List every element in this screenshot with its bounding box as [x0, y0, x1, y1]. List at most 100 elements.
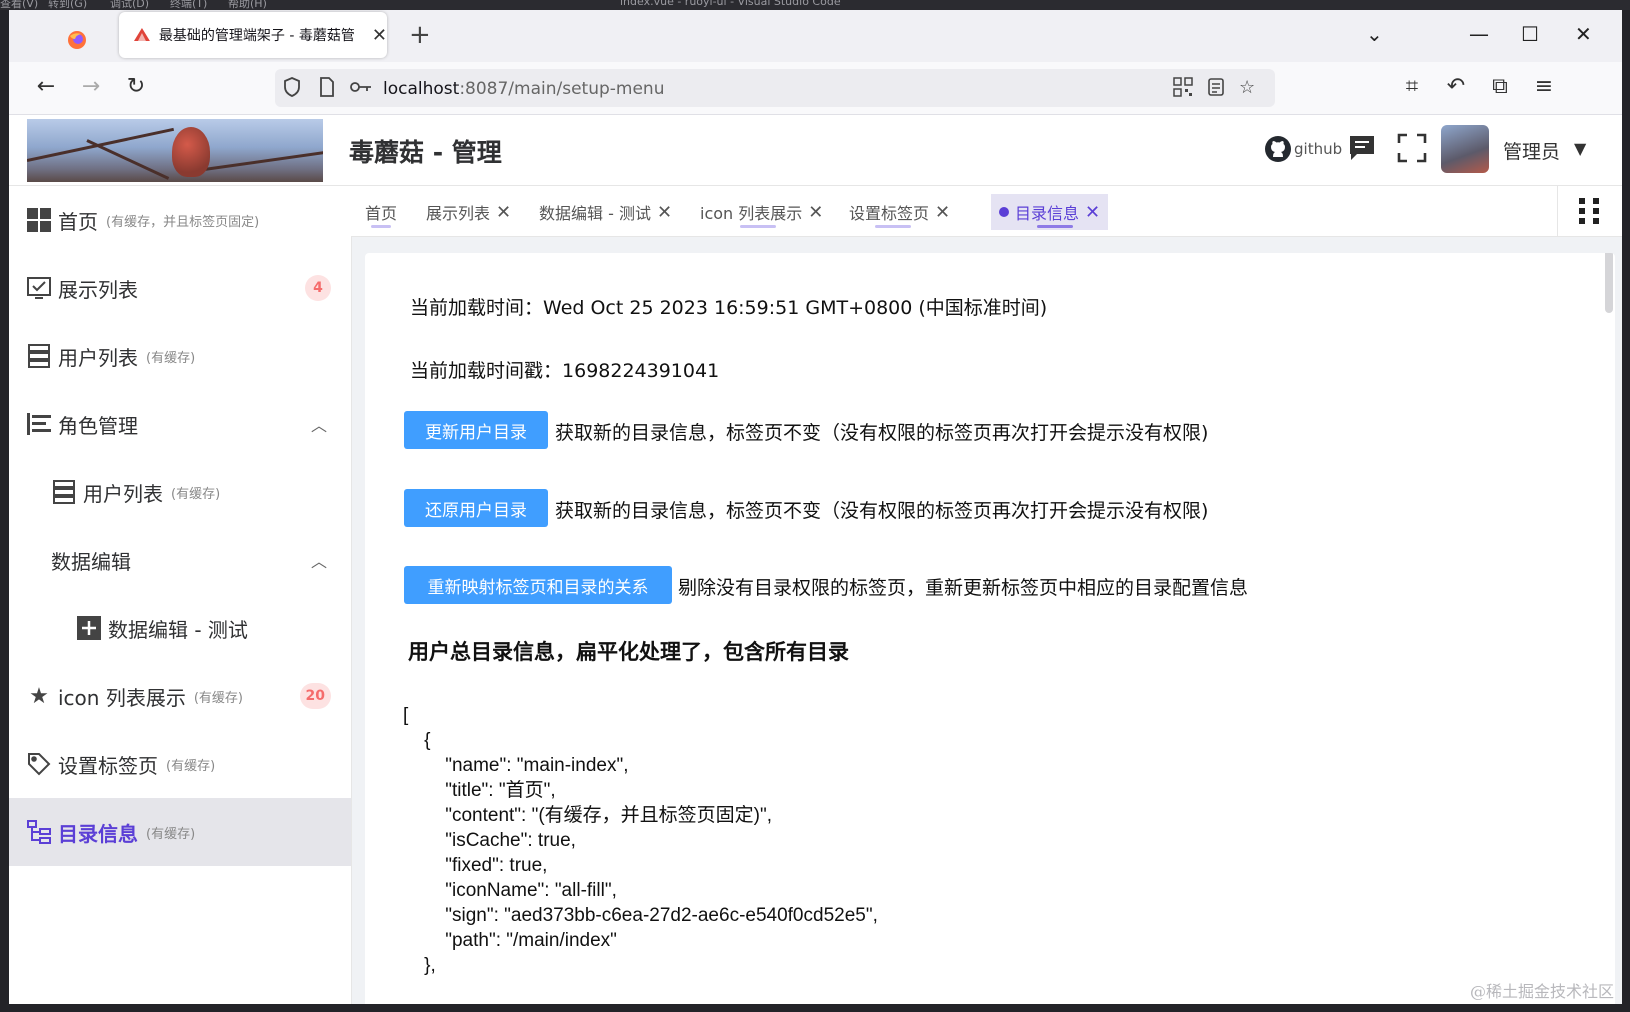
remap-tags-desc: 剔除没有目录权限的标签页，重新更新标签页中相应的目录配置信息 — [678, 577, 1249, 599]
vscode-menu-goto[interactable]: 转到(G) — [48, 0, 87, 10]
minimize-button[interactable]: — — [1469, 22, 1489, 46]
shield-icon[interactable] — [283, 77, 301, 102]
vscode-menu-terminal[interactable]: 终端(T) — [170, 0, 207, 10]
message-icon[interactable] — [1347, 133, 1377, 167]
close-tag-icon[interactable]: ✕ — [496, 202, 511, 223]
menu-icon[interactable]: ≡ — [1529, 74, 1559, 99]
close-tab-icon[interactable]: ✕ — [372, 25, 387, 46]
firefox-view-tab[interactable] — [57, 22, 97, 58]
count-badge: 20 — [299, 683, 331, 709]
count-badge: 4 — [305, 275, 331, 301]
timestamp-text: 当前加载时间戳：1698224391041 — [410, 360, 720, 382]
reader-view-icon[interactable] — [1207, 77, 1225, 102]
active-dot-icon — [999, 207, 1009, 217]
sidebar-item-tag-settings[interactable]: 设置标签页 (有缓存) — [9, 730, 351, 798]
chevron-up-icon: ︿ — [310, 416, 327, 435]
scrollbar-thumb[interactable] — [1605, 253, 1613, 313]
browser-tab-title: 最基础的管理端架子 - 毒蘑菇管 — [158, 28, 355, 44]
url-text[interactable]: localhost:8087/main/setup-menu — [383, 79, 664, 99]
sidebar-item-user-list[interactable]: 用户列表 (有缓存) — [9, 322, 351, 390]
browser-tabstrip: 最基础的管理端架子 - 毒蘑菇管 ✕ + ⌄ — ☐ ✕ — [9, 10, 1622, 62]
sidebar-item-directory-info[interactable]: 目录信息 (有缓存) — [9, 798, 351, 866]
address-bar[interactable]: localhost:8087/main/setup-menu ☆ — [275, 69, 1275, 107]
grid-icon — [26, 207, 52, 233]
restore-directory-desc: 获取新的目录信息，标签页不变（没有权限的标签页再次打开会提示没有权限) — [555, 500, 1209, 522]
sidebar-item-display-list[interactable]: 展示列表 4 — [9, 254, 351, 322]
github-link[interactable]: github — [1264, 135, 1342, 163]
restore-directory-button[interactable]: 还原用户目录 — [404, 489, 548, 527]
main-content: 当前加载时间：Wed Oct 25 2023 16:59:51 GMT+0800… — [365, 253, 1615, 1004]
tag-tag-settings[interactable]: 设置标签页 ✕ — [841, 194, 958, 230]
user-name[interactable]: 管理员 — [1503, 137, 1560, 164]
maximize-button[interactable]: ☐ — [1521, 22, 1539, 46]
close-tag-icon[interactable]: ✕ — [1085, 202, 1100, 223]
sidebar-item-home[interactable]: 首页 (有缓存，并且标签页固定) — [9, 186, 351, 254]
tag-icon-list[interactable]: icon 列表展示 ✕ — [692, 194, 831, 230]
sidebar-item-icon-list[interactable]: ★ icon 列表展示 (有缓存) 20 — [9, 662, 351, 730]
list-icon — [26, 411, 52, 437]
reload-button[interactable]: ↻ — [121, 74, 151, 99]
web-page: 毒蘑菇 - 管理 github 管理员 ▼ 首页 (有缓存，并且标签页固定) 展… — [9, 115, 1622, 1004]
browser-tab-active[interactable]: 最基础的管理端架子 - 毒蘑菇管 ✕ — [119, 12, 387, 58]
update-directory-button[interactable]: 更新用户目录 — [404, 411, 548, 449]
close-tag-icon[interactable]: ✕ — [808, 202, 823, 223]
tree-icon — [26, 819, 52, 845]
new-tab-button[interactable]: + — [409, 20, 431, 50]
tag-bar: 首页 展示列表 ✕ 数据编辑 - 测试 ✕ icon 列表展示 ✕ 设置标签页 … — [351, 186, 1622, 237]
firefox-icon — [68, 31, 86, 49]
remap-tags-button[interactable]: 重新映射标签页和目录的关系 — [404, 566, 672, 604]
sidebar-item-data-edit[interactable]: 数据编辑 ︿ — [9, 526, 351, 594]
checklist-icon — [26, 275, 52, 301]
github-icon — [1265, 136, 1291, 162]
vscode-window-title: index.vue - ruoyi-ui - Visual Studio Cod… — [620, 0, 841, 8]
watermark: @稀土掘金技术社区 — [1469, 982, 1614, 1001]
sidebar: 首页 (有缓存，并且标签页固定) 展示列表 4 用户列表 (有缓存) 角色管理 … — [9, 186, 352, 1004]
plus-box-icon — [76, 615, 102, 641]
close-tag-icon[interactable]: ✕ — [935, 202, 950, 223]
fullscreen-icon[interactable] — [1397, 133, 1427, 167]
star-icon: ★ — [29, 683, 49, 709]
user-dropdown-icon[interactable]: ▼ — [1574, 139, 1586, 158]
tag-data-edit-test[interactable]: 数据编辑 - 测试 ✕ — [531, 194, 680, 230]
vscode-menu-help[interactable]: 帮助(H) — [228, 0, 267, 10]
github-label: github — [1294, 140, 1343, 158]
tag-icon — [26, 751, 52, 777]
list-all-tabs-icon[interactable]: ⌄ — [1366, 22, 1383, 46]
forward-button[interactable]: → — [76, 74, 106, 99]
update-directory-desc: 获取新的目录信息，标签页不变（没有权限的标签页再次打开会提示没有权限) — [555, 422, 1209, 444]
sidebar-item-role-management[interactable]: 角色管理 ︿ — [9, 390, 351, 458]
site-favicon-icon — [133, 28, 150, 41]
vscode-menu-debug[interactable]: 调试(D) — [110, 0, 149, 10]
qr-code-icon[interactable] — [1173, 77, 1193, 102]
section-title: 用户总目录信息，扁平化处理了，包含所有目录 — [408, 640, 849, 664]
load-time-text: 当前加载时间：Wed Oct 25 2023 16:59:51 GMT+0800… — [410, 297, 1048, 319]
tag-directory-info[interactable]: 目录信息 ✕ — [991, 194, 1109, 230]
tag-menu-grid-icon[interactable] — [1557, 186, 1622, 236]
vscode-titlebar: 查看(V) 转到(G) 调试(D) 终端(T) 帮助(H) index.vue … — [0, 0, 1630, 10]
directory-json: [ { "name": "main-index", "title": "首页",… — [403, 705, 878, 976]
bookmark-star-icon[interactable]: ☆ — [1239, 77, 1255, 98]
sidebar-item-role-user-list[interactable]: 用户列表 (有缓存) — [9, 458, 351, 526]
close-tag-icon[interactable]: ✕ — [657, 202, 672, 223]
bird-image — [172, 127, 210, 177]
avatar[interactable] — [1441, 125, 1489, 173]
extensions-icon[interactable]: ⧉ — [1485, 74, 1515, 99]
logo-banner[interactable] — [27, 119, 323, 182]
browser-navbar: ← → ↻ localhost:8087/main/setup-menu ☆ ⌗… — [9, 62, 1622, 115]
app-title: 毒蘑菇 - 管理 — [349, 138, 502, 167]
screenshot-icon[interactable]: ⌗ — [1397, 74, 1427, 99]
tag-display-list[interactable]: 展示列表 ✕ — [418, 194, 519, 230]
server-icon — [26, 343, 52, 369]
browser-window: 最基础的管理端架子 - 毒蘑菇管 ✕ + ⌄ — ☐ ✕ ← → ↻ local… — [9, 10, 1622, 1004]
page-icon[interactable] — [319, 77, 335, 102]
tag-home[interactable]: 首页 — [357, 194, 405, 230]
key-icon[interactable] — [349, 77, 373, 102]
vscode-menu-view[interactable]: 查看(V) — [0, 0, 38, 10]
back-button[interactable]: ← — [31, 74, 61, 99]
app-header: 毒蘑菇 - 管理 github 管理员 ▼ — [9, 115, 1622, 186]
server-icon — [51, 479, 77, 505]
chevron-up-icon: ︿ — [310, 552, 327, 571]
sidebar-item-data-edit-test[interactable]: 数据编辑 - 测试 — [9, 594, 351, 662]
undo-icon[interactable]: ↶ — [1441, 74, 1471, 99]
close-window-button[interactable]: ✕ — [1575, 22, 1592, 46]
